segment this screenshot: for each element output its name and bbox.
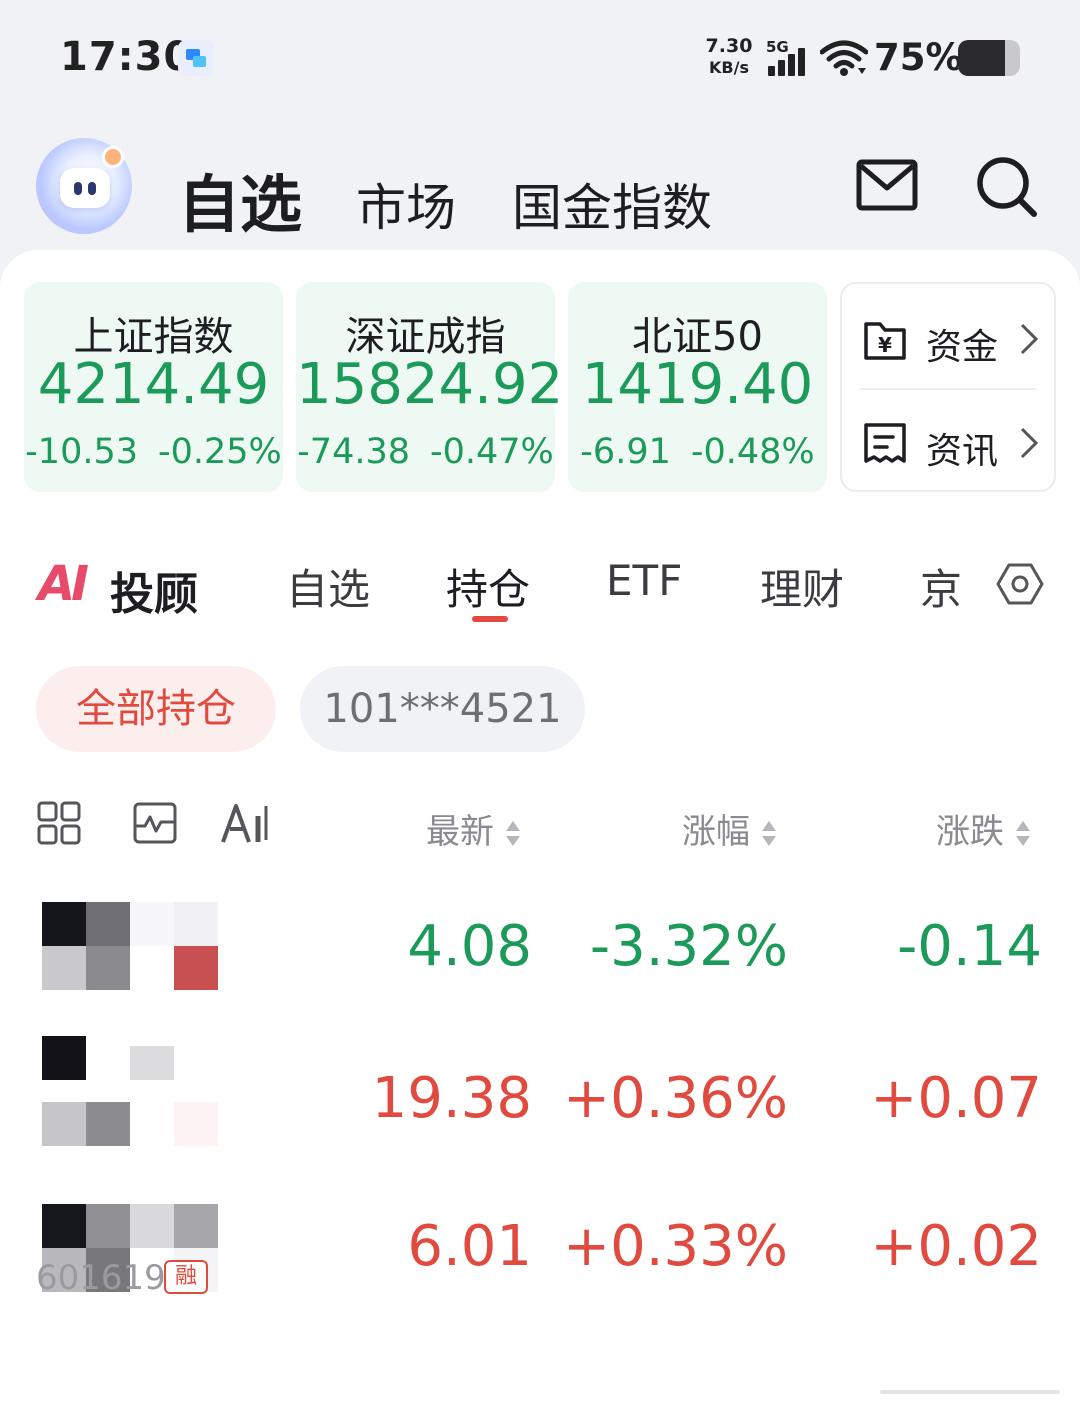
index-value: 15824.92 <box>296 352 564 417</box>
stock-change: -0.14 <box>897 914 1042 979</box>
index-change: -74.38 <box>297 432 410 472</box>
assistant-avatar-icon[interactable] <box>36 138 132 234</box>
column-label: 涨跌 <box>936 812 1004 852</box>
stock-pct-change: +0.36% <box>563 1066 788 1131</box>
stock-name-redacted <box>42 1036 218 1146</box>
wallet-yuan-icon: ¥ <box>864 322 906 360</box>
index-change-line: -74.38 -0.47% <box>296 432 555 472</box>
grid-view-icon[interactable] <box>36 800 82 846</box>
stock-latest-price: 4.08 <box>407 914 532 979</box>
table-row[interactable]: 4.08 -3.32% -0.14 <box>0 880 1080 1030</box>
news-icon <box>864 423 906 463</box>
column-header-change[interactable]: 涨跌 <box>936 804 1030 853</box>
divider <box>860 388 1036 390</box>
home-indicator <box>880 1390 1060 1394</box>
svg-text:¥: ¥ <box>878 333 892 357</box>
index-change: -6.91 <box>580 432 671 472</box>
column-header-latest[interactable]: 最新 <box>426 804 520 853</box>
status-bar: 17:30 7.30 KB/s 5G 75% <box>0 0 1080 110</box>
cellular-signal-icon: 5G <box>766 38 812 78</box>
ai-advisor-label: 投顾 <box>110 569 198 620</box>
index-card-shenzhen[interactable]: 深证成指 15824.92 -74.38 -0.47% <box>296 282 564 492</box>
subtab-watchlist[interactable]: 自选 <box>286 556 370 617</box>
funds-link[interactable]: ¥ 资金 <box>842 288 1054 388</box>
index-change-pct: -0.25% <box>158 432 282 472</box>
margin-trading-badge: 融 <box>164 1260 208 1294</box>
ai-analysis-icon[interactable] <box>220 800 272 846</box>
funds-label: 资金 <box>926 327 999 368</box>
filter-chip-all-holdings[interactable]: 全部持仓 <box>36 666 276 752</box>
chevron-right-icon <box>1020 427 1039 459</box>
chevron-right-icon <box>1020 323 1039 355</box>
battery-percent: 75% <box>874 36 963 79</box>
index-value: 1419.40 <box>581 352 814 417</box>
news-label: 资讯 <box>926 431 999 472</box>
subtab-etf[interactable]: ETF <box>606 556 682 605</box>
index-change-pct: -0.47% <box>430 432 554 472</box>
quick-links-card: ¥ 资金 资讯 <box>840 282 1056 492</box>
index-change-pct: -0.48% <box>690 432 815 472</box>
stock-code: 601619 <box>36 1258 166 1298</box>
index-change-line: -6.91 -0.48% <box>568 432 827 472</box>
table-row[interactable]: 19.38 +0.36% +0.07 <box>0 1030 1080 1180</box>
sort-icon <box>1016 819 1030 849</box>
notification-app-icon <box>178 40 214 76</box>
chart-view-icon[interactable] <box>132 800 178 846</box>
stock-name-redacted <box>42 902 218 998</box>
stock-change: +0.07 <box>870 1066 1042 1131</box>
battery-icon <box>958 40 1020 76</box>
table-row[interactable]: 601619 融 6.01 +0.33% +0.02 <box>0 1180 1080 1330</box>
search-icon[interactable] <box>974 154 1038 218</box>
index-change: -10.53 <box>25 432 138 472</box>
ai-logo-mark: AI <box>38 556 89 612</box>
tab-guojin-index[interactable]: 国金指数 <box>512 168 712 240</box>
index-card-beijing50[interactable]: 北证50 1419.40 -6.91 -0.48% <box>568 282 827 492</box>
ai-advisor-tab[interactable]: AI 投顾 <box>38 556 210 620</box>
column-label: 最新 <box>426 812 494 852</box>
column-label: 涨幅 <box>682 812 750 852</box>
subtab-holdings[interactable]: 持仓 <box>446 556 530 617</box>
filter-chip-account[interactable]: 101***4521 <box>300 666 585 752</box>
subtab-jing[interactable]: 京 <box>920 556 962 617</box>
stock-latest-price: 6.01 <box>407 1214 532 1279</box>
sort-icon <box>762 819 776 849</box>
index-value: 4214.49 <box>37 352 270 417</box>
column-header-pct-change[interactable]: 涨幅 <box>682 804 776 853</box>
sort-icon <box>506 819 520 849</box>
tab-market[interactable]: 市场 <box>356 168 456 240</box>
news-link[interactable]: 资讯 <box>842 392 1054 492</box>
active-tab-indicator <box>472 616 508 622</box>
index-card-shanghai[interactable]: 上证指数 4214.49 -10.53 -0.25% <box>24 282 283 492</box>
tab-watchlist[interactable]: 自选 <box>178 154 302 244</box>
wifi-icon <box>820 40 868 76</box>
status-time: 17:30 <box>60 34 193 80</box>
stock-latest-price: 19.38 <box>371 1066 532 1131</box>
network-type: 5G <box>766 38 789 56</box>
mail-icon[interactable] <box>856 158 918 214</box>
stock-change: +0.02 <box>870 1214 1042 1279</box>
network-speed-unit: KB/s <box>709 58 749 77</box>
stock-pct-change: +0.33% <box>563 1214 788 1279</box>
network-speed-value: 7.30 <box>705 35 753 57</box>
network-speed: 7.30 KB/s <box>704 36 754 78</box>
settings-hexagon-icon[interactable] <box>996 560 1044 608</box>
index-change-line: -10.53 -0.25% <box>24 432 283 472</box>
stock-pct-change: -3.32% <box>589 914 788 979</box>
subtab-wealth[interactable]: 理财 <box>760 556 844 617</box>
